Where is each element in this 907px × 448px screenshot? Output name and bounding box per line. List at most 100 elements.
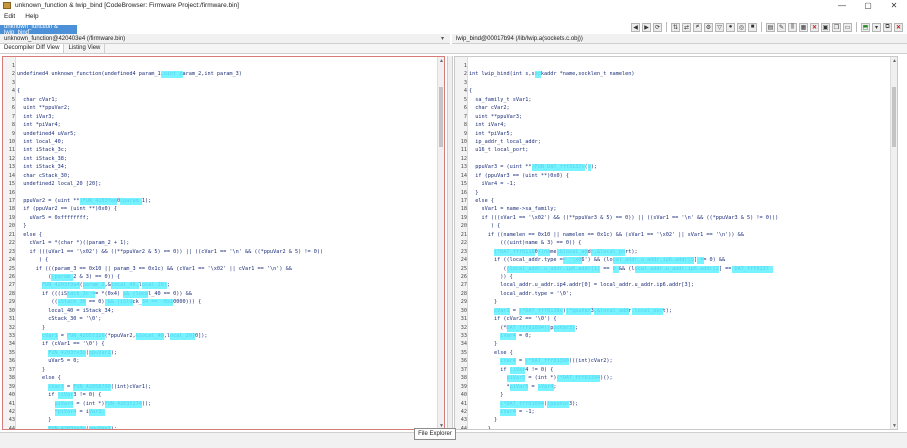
code-line[interactable]: 11 int iStack_3c; <box>9 146 436 154</box>
left-dropdown-icon[interactable]: ▾ <box>439 35 446 42</box>
snapshot-icon[interactable]: ⧉ <box>883 22 892 32</box>
code-line[interactable]: 27 local_addr.u_addr.ip4.addr[0] = local… <box>461 281 889 289</box>
code-line[interactable]: 35 FUN_4203fe3c(ppuVar2); <box>9 349 436 357</box>
code-line[interactable]: 19 if (((sVar1 == '\x02') && ((**ppuVar3… <box>461 214 889 222</box>
code-line[interactable]: 38 else { <box>9 374 436 382</box>
code-line[interactable]: 17 else { <box>461 197 889 205</box>
scroll-thumb[interactable] <box>892 87 896 147</box>
code-line[interactable]: 33 cVar1 = FUN_42057320(*ppuVar2,&local_… <box>9 332 436 340</box>
code-line[interactable]: 31 cStack_30 = '\0'; <box>9 315 436 323</box>
code-line[interactable]: 1 <box>464 62 889 70</box>
code-line[interactable]: 23 if (((uVar1 == '\x02') && ((**ppuVar2… <box>9 248 436 256</box>
code-line[interactable]: 29 } <box>461 298 889 306</box>
code-line[interactable]: 24 if ((local_addr.type == '\x06') && (l… <box>461 256 889 265</box>
code-line[interactable]: 22 cVar1 = *(char *)((param_2 + 1); <box>9 239 436 247</box>
code-line[interactable]: 21 if ((namelen == 0x10 || namelen == 0x… <box>461 231 889 239</box>
menu-help[interactable]: Help <box>25 13 38 20</box>
code-line[interactable]: 23 (*DAT_fff01180)(name,&local_addr,&loc… <box>461 248 889 256</box>
options-icon[interactable]: ⚙ <box>704 22 713 32</box>
code-line[interactable]: 20 } <box>9 222 436 230</box>
scroll-down-icon[interactable]: ▼ <box>891 422 897 429</box>
maximize-button[interactable]: ▢ <box>855 0 881 11</box>
code-line[interactable]: 27 FUN_4203f9a4(param_2,&local_40,local_… <box>9 281 436 290</box>
code-line[interactable]: 33 iVar4 = 0; <box>461 332 889 340</box>
code-line[interactable]: 30 local_40 = iStack_34; <box>9 307 436 315</box>
record-icon[interactable]: ● <box>726 22 735 32</box>
code-line[interactable]: 7 uint **ppuVar3; <box>464 113 889 121</box>
code-line[interactable]: 5 char cVar1; <box>12 96 436 104</box>
code-line[interactable]: 39 iVar3 = FUN_42058700((int)cVar1); <box>9 383 436 391</box>
code-line[interactable]: 12 int iStack_38; <box>9 155 436 163</box>
refresh-icon[interactable]: ⟳ <box>653 22 662 32</box>
swap-icon[interactable]: ⇄ <box>682 22 691 32</box>
minimize-button[interactable]: — <box>829 0 855 11</box>
code-line[interactable]: 26 )) { <box>461 273 889 281</box>
sync-scroll-icon[interactable]: ⇅ <box>671 22 680 32</box>
code-line[interactable]: 14 if (ppuVar3 == (uint **)0x0) { <box>461 172 889 180</box>
pane-splitter[interactable] <box>447 56 453 430</box>
code-line[interactable]: 41 piVar4 = (int *)FUN_4203f274(); <box>9 400 436 408</box>
code-line[interactable]: 22 (((uint)name & 3) == 0)) { <box>461 239 889 247</box>
code-line[interactable]: 4{ <box>464 87 889 95</box>
code-line[interactable]: 38 piVar5 = (int *)(*DAT_fff01394)(); <box>461 374 889 383</box>
code-line[interactable]: 19 uVar5 = 0xffffffff; <box>9 214 436 222</box>
stop-icon[interactable]: ■ <box>748 22 757 32</box>
code-line[interactable]: 40 } <box>461 391 889 399</box>
code-line[interactable]: 28 if (((iStack_3c == *(0x4) && (local_4… <box>9 290 436 298</box>
code-line[interactable]: 3 <box>464 79 889 87</box>
scroll-up-icon[interactable]: ▲ <box>891 57 897 64</box>
window-icon[interactable]: ▭ <box>843 22 852 32</box>
code-line[interactable]: 39 *piVar5 = iVar4; <box>461 383 889 391</box>
code-line[interactable]: 11 u16_t local_port; <box>461 146 889 154</box>
code-line[interactable]: 10 int local_40; <box>9 138 436 146</box>
code-line[interactable]: 16 } <box>461 189 889 197</box>
code-line[interactable]: 35 else { <box>461 349 889 357</box>
code-line[interactable]: 36 iVar4 = (*DAT_fff01390)((int)cVar2); <box>461 357 889 366</box>
code-line[interactable]: 1 <box>12 62 436 70</box>
code-line[interactable]: 9 int *piVar5; <box>464 130 889 138</box>
code-line[interactable]: 15 iVar4 = -1; <box>461 180 889 188</box>
code-line[interactable]: 37 if (iVar4 != 0) { <box>461 366 889 374</box>
diff-icon[interactable]: ≠ <box>693 22 702 32</box>
filter-icon[interactable]: ▽ <box>715 22 724 32</box>
code-line[interactable]: 36 uVar5 = 0; <box>9 357 436 365</box>
code-line[interactable]: 32 } <box>9 324 436 332</box>
layout-icon[interactable]: ▤ <box>766 22 775 32</box>
forward-icon[interactable]: ▶ <box>642 22 651 32</box>
left-vertical-scrollbar[interactable]: ▲ ▼ <box>437 57 444 429</box>
code-line[interactable]: 9 undefined4 uVar5; <box>12 130 436 138</box>
code-line[interactable]: 25 ((local_addr.u_addr.ip6.addr[1] == 0 … <box>461 265 889 273</box>
code-line[interactable]: 44 FUN_4203fe3c(ppuVar2); <box>9 425 436 429</box>
code-line[interactable]: 8 int iVar4; <box>464 121 889 129</box>
code-line[interactable]: 42 iVar4 = -1; <box>461 408 889 416</box>
code-line[interactable]: 18 sVar1 = name->sa_family; <box>461 205 889 213</box>
code-line[interactable]: 41 (*DAT_fff01094)(ppuVar3); <box>461 400 889 408</box>
right-vertical-scrollbar[interactable]: ▲ ▼ <box>890 57 897 429</box>
edit-icon[interactable]: ✎ <box>777 22 786 32</box>
code-line[interactable]: 32 (*DAT_fff01094)(ppuVar3); <box>461 324 889 332</box>
scroll-thumb[interactable] <box>439 87 443 147</box>
code-line[interactable]: 16 <box>9 189 436 197</box>
code-line[interactable]: 15 undefined2 local_20 [20]; <box>9 180 436 188</box>
lock-icon[interactable]: ▣ <box>821 22 830 32</box>
target-icon[interactable]: ◎ <box>737 22 746 32</box>
copy-icon[interactable]: ❐ <box>832 22 841 32</box>
code-line[interactable]: 40 if (iVar3 != 0) { <box>9 391 436 400</box>
code-line[interactable]: 17 ppuVar2 = (uint **)FUN_4203fee0(param… <box>9 197 436 205</box>
code-line[interactable]: 6 uint **ppuVar2; <box>12 104 436 112</box>
code-line[interactable]: 24 ) { <box>9 256 436 264</box>
grid-icon[interactable]: ▦ <box>799 22 808 32</box>
tab-diff-window[interactable]: unknown_function & lwip_bind <box>0 24 77 36</box>
code-line[interactable]: 34 } <box>461 340 889 348</box>
code-line[interactable]: 5 sa_family_t sVar1; <box>464 96 889 104</box>
code-line[interactable]: 3 <box>12 79 436 87</box>
code-line[interactable]: 29 ((iStack_38 == 0) && (iStack_34 == -0… <box>9 298 436 307</box>
close-button[interactable]: ✕ <box>881 0 907 11</box>
code-line[interactable]: 7 int iVar3; <box>12 113 436 121</box>
tab-decompiler-diff-view[interactable]: Decompiler Diff View <box>0 44 65 53</box>
code-line[interactable]: 43 } <box>461 416 889 424</box>
code-line[interactable]: 13 ppuVar3 = (uint **)FUN_DAT_fff3137c(s… <box>461 163 889 172</box>
code-line[interactable]: 12 <box>461 155 889 163</box>
code-line[interactable]: 26 ((param_2 & 3) == 0)) { <box>9 273 436 281</box>
code-line[interactable]: 13 int iStack_34; <box>9 163 436 171</box>
